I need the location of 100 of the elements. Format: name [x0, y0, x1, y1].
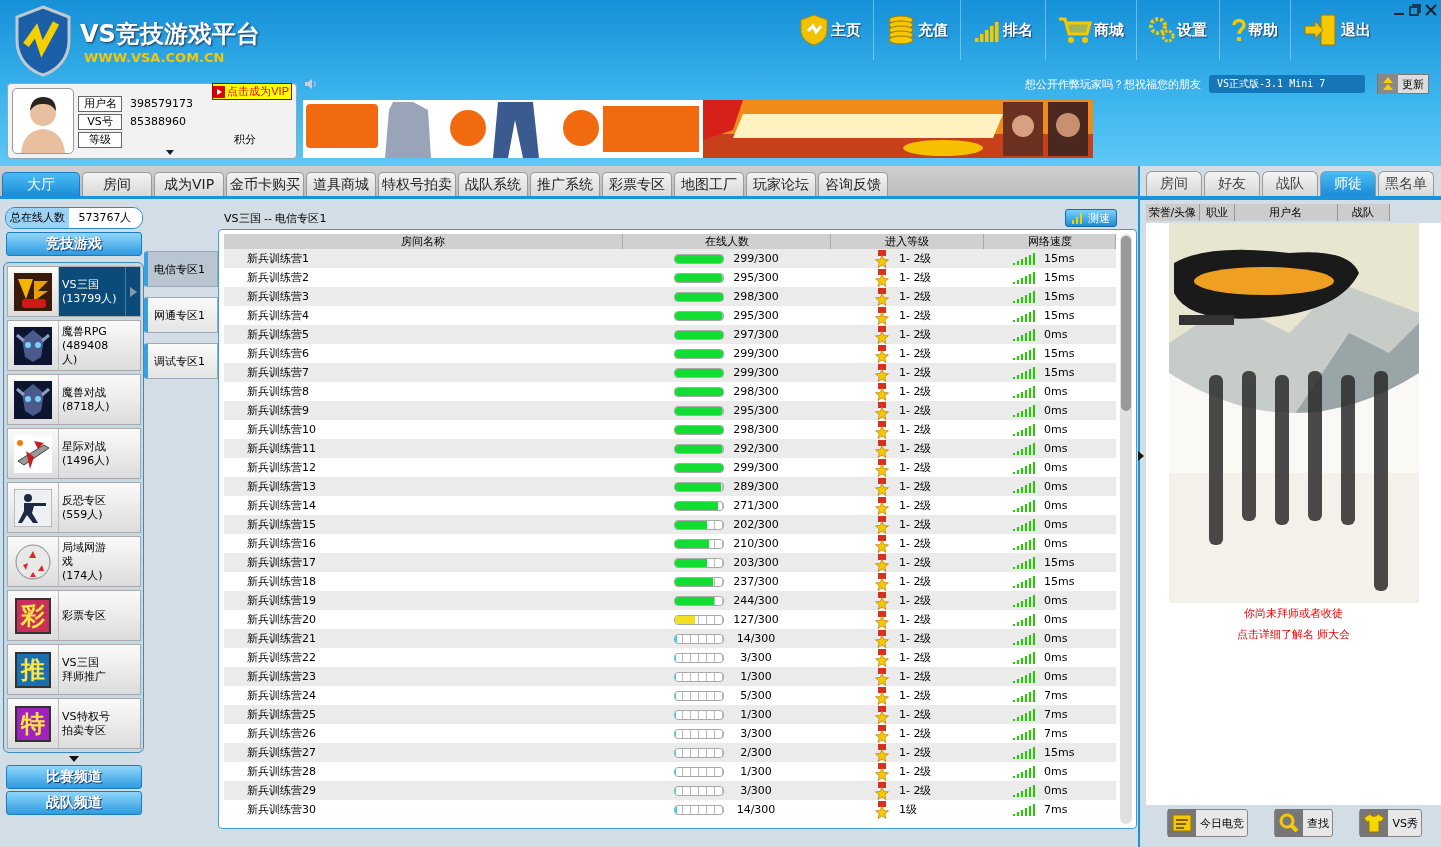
- room-row[interactable]: 新兵训练营9 295/300 1- 2级 0ms: [224, 401, 1116, 420]
- signal-icon: [1013, 385, 1036, 398]
- tool-button[interactable]: 查找: [1274, 809, 1334, 837]
- main-tab[interactable]: 玩家论坛: [746, 172, 816, 196]
- room-row[interactable]: 新兵训练营7 299/300 1- 2级 15ms: [224, 363, 1116, 382]
- column-header[interactable]: 战队: [1337, 204, 1390, 221]
- side-tab[interactable]: 黑名单: [1378, 171, 1434, 196]
- signal-icon: [1013, 784, 1036, 797]
- exit-door-icon: [1303, 14, 1339, 46]
- column-header[interactable]: 用户名: [1234, 204, 1338, 221]
- zone-tab[interactable]: 网通专区1: [144, 297, 218, 333]
- occupancy-bar: [674, 576, 724, 587]
- tool-button[interactable]: VS秀: [1359, 809, 1422, 837]
- room-row[interactable]: 新兵训练营30 14/300 1级 7ms: [224, 800, 1116, 819]
- main-tab[interactable]: 金币卡购买: [226, 172, 304, 196]
- player-count: 297/300: [732, 328, 780, 341]
- ping-value: 15ms: [1044, 271, 1075, 284]
- game-item[interactable]: 特 VS特权号 拍卖专区: [7, 698, 141, 749]
- main-tab[interactable]: 咨询反馈: [818, 172, 888, 196]
- ping-value: 15ms: [1044, 575, 1075, 588]
- side-tab[interactable]: 房间: [1146, 171, 1202, 196]
- player-count: 295/300: [732, 309, 780, 322]
- room-row[interactable]: 新兵训练营22 3/300 1- 2级 0ms: [224, 648, 1116, 667]
- game-item[interactable]: 局域网游 戏 (174人): [7, 536, 141, 587]
- room-row[interactable]: 新兵训练营15 202/300 1- 2级 0ms: [224, 515, 1116, 534]
- room-name: 新兵训练营10: [246, 422, 317, 437]
- play-icon: [213, 85, 226, 98]
- scroll-bar[interactable]: [1120, 234, 1132, 824]
- vip-button[interactable]: 点击成为VIP: [212, 83, 292, 100]
- close-icon[interactable]: [1425, 4, 1437, 16]
- main-tab[interactable]: 推广系统: [530, 172, 600, 196]
- room-row[interactable]: 新兵训练营13 289/300 1- 2级 0ms: [224, 477, 1116, 496]
- room-row[interactable]: 新兵训练营28 1/300 1- 2级 0ms: [224, 762, 1116, 781]
- main-tab[interactable]: 成为VIP: [154, 172, 224, 196]
- room-row[interactable]: 新兵训练营24 5/300 1- 2级 7ms: [224, 686, 1116, 705]
- room-row[interactable]: 新兵训练营26 3/300 1- 2级 7ms: [224, 724, 1116, 743]
- update-button[interactable]: 更新: [1377, 74, 1429, 94]
- room-name: 新兵训练营19: [246, 593, 317, 608]
- room-row[interactable]: 新兵训练营4 295/300 1- 2级 15ms: [224, 306, 1116, 325]
- room-row[interactable]: 新兵训练营17 203/300 1- 2级 15ms: [224, 553, 1116, 572]
- medal-star-icon: [875, 591, 889, 610]
- game-item[interactable]: 魔兽RPG (489408 人): [7, 320, 141, 371]
- main-tab[interactable]: 特权号拍卖: [378, 172, 456, 196]
- room-row[interactable]: 新兵训练营20 127/300 1- 2级 0ms: [224, 610, 1116, 629]
- room-row[interactable]: 新兵训练营27 2/300 1- 2级 15ms: [224, 743, 1116, 762]
- game-item[interactable]: 魔兽对战 (8718人): [7, 374, 141, 425]
- main-tab[interactable]: 房间: [82, 172, 152, 196]
- game-item[interactable]: 推 VS三国 拜师推广: [7, 644, 141, 695]
- game-label: VS特权号 拍卖专区: [61, 708, 111, 739]
- tool-button[interactable]: 今日电竞: [1167, 809, 1249, 837]
- room-row[interactable]: 新兵训练营25 1/300 1- 2级 7ms: [224, 705, 1116, 724]
- caret-icon[interactable]: [166, 150, 174, 155]
- player-count: 237/300: [732, 575, 780, 588]
- column-header[interactable]: 职业: [1199, 204, 1235, 221]
- game-item[interactable]: 反恐专区 (559人): [7, 482, 141, 533]
- main-tab[interactable]: 彩票专区: [602, 172, 672, 196]
- occupancy-bar: [674, 671, 724, 682]
- room-row[interactable]: 新兵训练营23 1/300 1- 2级 0ms: [224, 667, 1116, 686]
- room-row[interactable]: 新兵训练营29 3/300 1- 2级 0ms: [224, 781, 1116, 800]
- game-item[interactable]: 星际对战 (1496人): [7, 428, 141, 479]
- shirt-icon: [1363, 813, 1386, 833]
- occupancy-bar: [674, 291, 724, 302]
- room-row[interactable]: 新兵训练营16 210/300 1- 2级 0ms: [224, 534, 1116, 553]
- ping-value: 0ms: [1044, 632, 1068, 645]
- room-name: 新兵训练营26: [246, 726, 317, 741]
- room-row[interactable]: 新兵训练营12 299/300 1- 2级 0ms: [224, 458, 1116, 477]
- main-tab[interactable]: 战队系统: [458, 172, 528, 196]
- room-name: 新兵训练营12: [246, 460, 317, 475]
- player-count: 210/300: [732, 537, 780, 550]
- game-item[interactable]: VS三国 (13799人): [7, 266, 141, 317]
- maximize-icon[interactable]: [1409, 4, 1421, 16]
- room-row[interactable]: 新兵训练营8 298/300 1- 2级 0ms: [224, 382, 1116, 401]
- medal-star-icon: [875, 705, 889, 724]
- room-row[interactable]: 新兵训练营10 298/300 1- 2级 0ms: [224, 420, 1116, 439]
- room-row[interactable]: 新兵训练营18 237/300 1- 2级 15ms: [224, 572, 1116, 591]
- column-header[interactable]: 荣誉/头像: [1146, 204, 1200, 221]
- ping-value: 0ms: [1044, 423, 1068, 436]
- zone-tab[interactable]: 电信专区1: [144, 251, 218, 287]
- room-row[interactable]: 新兵训练营1 299/300 1- 2级 15ms: [224, 249, 1116, 268]
- room-row[interactable]: 新兵训练营3 298/300 1- 2级 15ms: [224, 287, 1116, 306]
- main-tab[interactable]: 地图工厂: [674, 172, 744, 196]
- medal-star-icon: [875, 762, 889, 781]
- room-row[interactable]: 新兵训练营11 292/300 1- 2级 0ms: [224, 439, 1116, 458]
- room-row[interactable]: 新兵训练营19 244/300 1- 2级 0ms: [224, 591, 1116, 610]
- zone-tab[interactable]: 调试专区1: [144, 343, 218, 379]
- room-row[interactable]: 新兵训练营6 299/300 1- 2级 15ms: [224, 344, 1116, 363]
- field-label: 用户名: [78, 96, 122, 112]
- mentor-info-link[interactable]: 点击详细了解名 师大会: [1236, 628, 1351, 641]
- side-tab[interactable]: 战队: [1262, 171, 1318, 196]
- player-count: 3/300: [739, 651, 773, 664]
- occupancy-bar: [674, 424, 724, 435]
- main-tab[interactable]: 道具商城: [306, 172, 376, 196]
- room-row[interactable]: 新兵训练营14 271/300 1- 2级 0ms: [224, 496, 1116, 515]
- side-tab[interactable]: 好友: [1204, 171, 1260, 196]
- room-row[interactable]: 新兵训练营2 295/300 1- 2级 15ms: [224, 268, 1116, 287]
- scroll-down-icon[interactable]: [68, 756, 79, 762]
- game-item[interactable]: 彩 彩票专区: [7, 590, 141, 641]
- room-row[interactable]: 新兵训练营21 14/300 1- 2级 0ms: [224, 629, 1116, 648]
- room-row[interactable]: 新兵训练营5 297/300 1- 2级 0ms: [224, 325, 1116, 344]
- occupancy-bar: [674, 633, 724, 644]
